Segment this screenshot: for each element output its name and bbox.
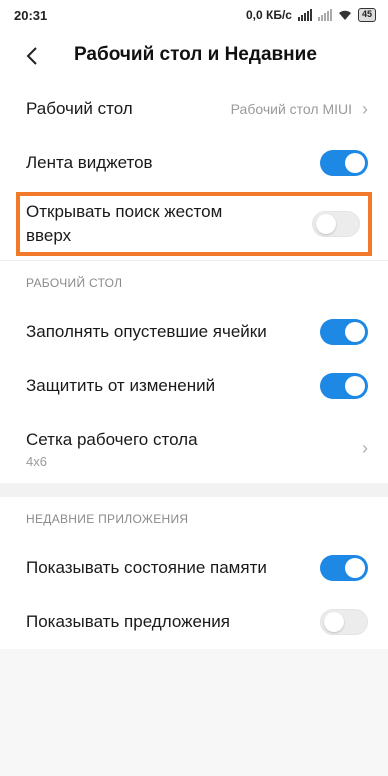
battery-icon: 45: [357, 8, 376, 22]
widget-feed-row[interactable]: Лента виджетов: [0, 136, 388, 190]
fill-cells-toggle[interactable]: [320, 319, 368, 345]
protect-label: Защитить от изменений: [26, 376, 216, 395]
memory-row[interactable]: Показывать состояние памяти: [0, 541, 388, 595]
back-button[interactable]: [12, 36, 52, 76]
signal-icon: [297, 9, 312, 21]
wifi-icon: [338, 10, 351, 20]
section-gap: [0, 483, 388, 497]
protect-toggle[interactable]: [320, 373, 368, 399]
status-icons: 0,0 КБ/с 45: [246, 8, 376, 22]
swipe-search-toggle[interactable]: [312, 211, 360, 237]
grid-label: Сетка рабочего стола: [26, 429, 198, 449]
app-header: Рабочий стол и Недавние: [0, 30, 388, 82]
suggestions-label: Показывать предложения: [26, 612, 230, 631]
chevron-left-icon: [26, 47, 37, 65]
swipe-search-label-1: Открывать поиск жестом: [26, 202, 223, 221]
recent-section: НЕДАВНИЕ ПРИЛОЖЕНИЯ Показывать состояние…: [0, 497, 388, 649]
memory-label: Показывать состояние памяти: [26, 558, 267, 577]
general-section: Рабочий стол Рабочий стол MIUI › Лента в…: [0, 82, 388, 260]
desktop-row[interactable]: Рабочий стол Рабочий стол MIUI ›: [0, 82, 388, 136]
network-speed: 0,0 КБ/с: [246, 8, 292, 22]
desktop-label: Рабочий стол: [26, 99, 133, 118]
suggestions-toggle[interactable]: [320, 609, 368, 635]
desktop-value: Рабочий стол MIUI: [230, 101, 352, 117]
widget-feed-label: Лента виджетов: [26, 153, 153, 172]
widget-feed-toggle[interactable]: [320, 150, 368, 176]
chevron-right-icon: ›: [362, 437, 368, 458]
swipe-search-label-2: вверх: [26, 226, 72, 245]
status-time: 20:31: [14, 7, 48, 23]
fill-cells-label: Заполнять опустевшие ячейки: [26, 322, 267, 341]
swipe-search-row[interactable]: Открывать поиск жестом вверх: [16, 192, 372, 256]
grid-row[interactable]: Сетка рабочего стола 4x6 ›: [0, 413, 388, 483]
memory-toggle[interactable]: [320, 555, 368, 581]
page-title: Рабочий стол и Недавние: [74, 44, 317, 65]
status-bar: 20:31 0,0 КБ/с 45: [0, 0, 388, 30]
fill-cells-row[interactable]: Заполнять опустевшие ячейки: [0, 305, 388, 359]
recent-section-header: НЕДАВНИЕ ПРИЛОЖЕНИЯ: [0, 497, 388, 541]
desktop-section: РАБОЧИЙ СТОЛ Заполнять опустевшие ячейки…: [0, 261, 388, 483]
signal-icon-2: [317, 9, 332, 21]
grid-value: 4x6: [26, 453, 47, 469]
desktop-section-header: РАБОЧИЙ СТОЛ: [0, 261, 388, 305]
chevron-right-icon: ›: [362, 98, 368, 119]
protect-row[interactable]: Защитить от изменений: [0, 359, 388, 413]
suggestions-row[interactable]: Показывать предложения: [0, 595, 388, 649]
